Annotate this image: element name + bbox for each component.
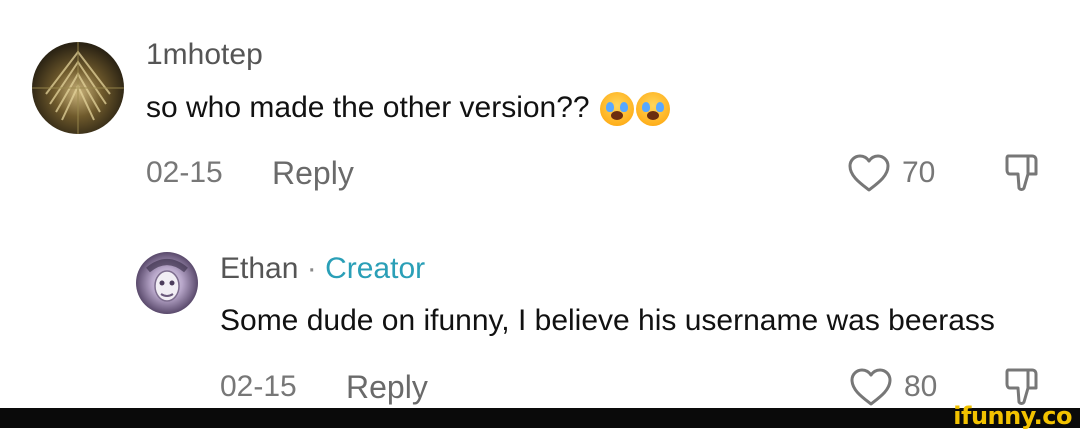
like-count: 80 [904,370,938,403]
avatar-art-icon [32,42,124,134]
like-button[interactable] [846,152,892,194]
thumbs-down-icon [1005,154,1038,191]
avatar[interactable] [32,42,124,134]
dislike-button[interactable] [1002,150,1044,194]
watermark-bar [0,408,1080,428]
comment-text: Some dude on ifunny, I believe his usern… [220,304,995,337]
heart-icon [850,368,892,406]
loudly-crying-face-icon [599,92,634,126]
ifunny-watermark: ifunny.co [953,402,1072,430]
comment-username[interactable]: 1mhotep [146,40,263,70]
avatar[interactable] [136,252,198,314]
reply-button[interactable]: Reply [346,371,428,403]
like-count: 70 [902,156,936,189]
heart-icon [848,154,890,192]
comment-date: 02-15 [220,370,297,403]
avatar-face-icon [146,259,188,302]
loudly-crying-face-icon [635,92,670,126]
separator-dot: · [306,252,317,285]
comment-username[interactable]: Ethan [220,252,298,285]
creator-badge: Creator [325,252,426,285]
reply-username-line: Ethan · Creator [220,254,425,284]
reply-button[interactable]: Reply [272,157,354,189]
comment-date: 02-15 [146,156,223,189]
comment-text: so who made the other version?? [146,92,670,126]
like-button[interactable] [848,366,894,408]
